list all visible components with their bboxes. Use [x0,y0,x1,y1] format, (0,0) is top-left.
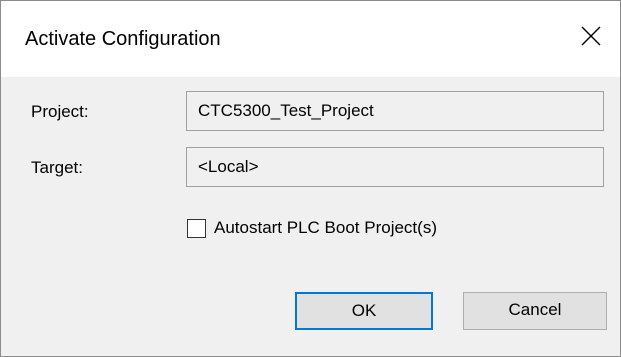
close-button[interactable] [562,1,620,77]
autostart-checkbox[interactable] [187,219,206,238]
cancel-button[interactable]: Cancel [463,292,607,330]
activate-configuration-dialog: Activate Configuration Project: CTC5300_… [0,0,621,357]
autostart-checkbox-label[interactable]: Autostart PLC Boot Project(s) [214,217,437,239]
project-field: CTC5300_Test_Project [186,91,604,131]
target-field: <Local> [186,147,604,187]
close-icon [581,26,601,46]
ok-button[interactable]: OK [295,292,433,330]
title-bar: Activate Configuration [1,1,620,77]
dialog-title: Activate Configuration [25,28,221,50]
target-label: Target: [31,158,83,177]
project-label: Project: [31,102,89,121]
